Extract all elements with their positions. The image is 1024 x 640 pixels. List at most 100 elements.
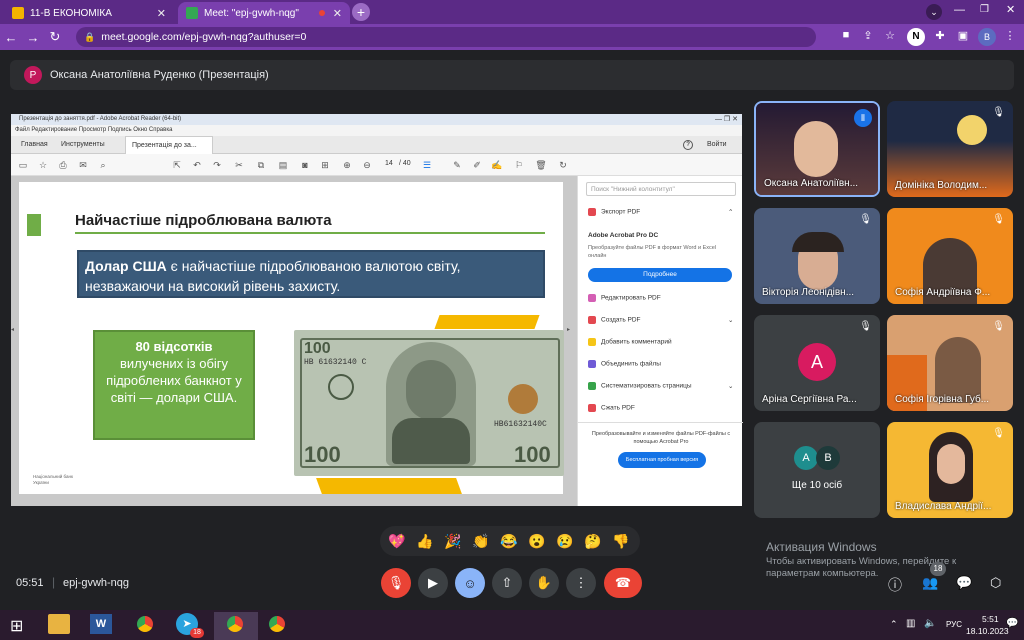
reader-tab-tools: Инструменты bbox=[61, 141, 105, 148]
chat-icon[interactable]: 💬 bbox=[956, 575, 972, 591]
search-icon: ⌕ bbox=[100, 160, 106, 170]
print-icon: ⎙ bbox=[59, 160, 67, 170]
reload-icon[interactable]: ↻ bbox=[44, 29, 66, 45]
reaction-heart[interactable]: 💖 bbox=[386, 530, 408, 552]
notion-extension-icon[interactable]: N bbox=[907, 28, 925, 46]
mic-off-icon: 🎙 bbox=[992, 214, 1005, 225]
statistic-box: 80 відсотків вилучених із обігу підробле… bbox=[93, 330, 255, 440]
new-tab-button[interactable]: + bbox=[352, 3, 370, 21]
participant-tile[interactable]: ⦀ Оксана Анатоліївн... bbox=[754, 101, 880, 197]
mic-toggle-button[interactable]: 🎙 bbox=[381, 568, 411, 598]
dollar-fact-box: Долар США є найчастіше підроблюваною вал… bbox=[77, 250, 545, 298]
bookmark-star-icon: ☆ bbox=[38, 160, 48, 170]
reaction-thumbs-up[interactable]: 👍 bbox=[414, 530, 436, 552]
pro-dc-title: Adobe Acrobat Pro DC bbox=[588, 232, 659, 239]
camera-icon[interactable]: ■ bbox=[838, 29, 854, 45]
delete-icon: 🗑 bbox=[535, 160, 547, 170]
reaction-sad[interactable]: 😢 bbox=[554, 530, 576, 552]
highlight-icon: ✍ bbox=[491, 160, 503, 170]
document-area: Найчастіше підроблювана валюта Долар США… bbox=[11, 176, 577, 506]
pdf-page: Найчастіше підроблювана валюта Долар США… bbox=[19, 182, 564, 494]
participant-tile[interactable]: 🎙 Софія Ігорівна Губ... bbox=[887, 315, 1013, 411]
language-indicator[interactable]: РУС bbox=[946, 620, 962, 629]
participant-avatar: B bbox=[816, 446, 840, 470]
page-total: / 40 bbox=[399, 160, 411, 167]
raise-hand-button[interactable]: ✋ bbox=[529, 568, 559, 598]
export-pdf-icon bbox=[588, 208, 596, 216]
share-icon[interactable]: ⇪ bbox=[860, 29, 876, 45]
reader-window-controls: — ❐ ✕ bbox=[714, 116, 738, 123]
reaction-surprised[interactable]: 😮 bbox=[526, 530, 548, 552]
forward-icon[interactable]: → bbox=[22, 30, 44, 45]
title-underline bbox=[75, 232, 545, 234]
tab-classroom[interactable]: 11-В ЕКОНОМІКА ✕ bbox=[4, 2, 174, 24]
profile-avatar[interactable]: B bbox=[978, 28, 996, 46]
mic-off-icon: 🎙 bbox=[859, 214, 872, 225]
camera-toggle-button[interactable]: ▶ bbox=[418, 568, 448, 598]
tab-meet[interactable]: Meet: "epj-gvwh-nqg" ✕ bbox=[178, 2, 350, 24]
mail-icon: ✉ bbox=[79, 160, 87, 170]
federal-seal-icon bbox=[328, 374, 354, 400]
slide-title: Найчастіше підроблювана валюта bbox=[75, 212, 332, 229]
chrome-icon[interactable] bbox=[266, 613, 288, 635]
decor-stripe bbox=[316, 478, 462, 494]
participant-tile[interactable]: 🎙 Вікторія Леонідівн... bbox=[754, 208, 880, 304]
people-icon[interactable]: 👥 bbox=[922, 575, 938, 591]
hand-icon: ✋ bbox=[535, 575, 553, 590]
collapse-right-icon: ▸ bbox=[567, 327, 571, 333]
extensions-icon[interactable]: ✚ bbox=[932, 29, 948, 45]
participant-tile[interactable]: 🎙 Домініка Володим... bbox=[887, 101, 1013, 197]
window-close-icon[interactable]: ✕ bbox=[1006, 3, 1015, 16]
volume-icon[interactable]: 🔈 bbox=[924, 618, 936, 629]
reaction-thinking[interactable]: 🤔 bbox=[582, 530, 604, 552]
menu-kebab-icon[interactable]: ⋮ bbox=[1002, 29, 1018, 45]
reaction-thumbs-down[interactable]: 👎 bbox=[610, 530, 632, 552]
comment-tool-icon bbox=[588, 338, 596, 346]
sidepanel-icon[interactable]: ▣ bbox=[955, 29, 971, 45]
create-pdf-icon bbox=[588, 316, 596, 324]
word-icon[interactable]: W bbox=[90, 614, 112, 634]
tab-search-icon[interactable]: ⌄ bbox=[926, 4, 942, 20]
reader-menu-bar: Файл Редактирование Просмотр Подпись Окн… bbox=[11, 125, 742, 136]
edit-pdf-icon bbox=[588, 294, 596, 302]
reaction-clap[interactable]: 👏 bbox=[470, 530, 492, 552]
windows-start-icon[interactable]: ⊞ bbox=[10, 616, 23, 636]
close-icon[interactable]: ✕ bbox=[333, 7, 342, 20]
video-camera-icon: ▶ bbox=[428, 575, 438, 590]
info-icon[interactable]: ⓘ bbox=[888, 575, 902, 595]
pen-icon: ✐ bbox=[473, 160, 481, 170]
reaction-laugh[interactable]: 😂 bbox=[498, 530, 520, 552]
restore-icon[interactable]: ❐ bbox=[980, 4, 989, 15]
more-participants-tile[interactable]: A B Ще 10 осіб bbox=[754, 422, 880, 518]
leave-call-button[interactable]: ☎ bbox=[604, 568, 642, 598]
participant-face bbox=[937, 444, 965, 484]
present-button[interactable]: ⇧ bbox=[492, 568, 522, 598]
star-icon[interactable]: ☆ bbox=[882, 29, 898, 45]
tray-chevron-icon[interactable]: ⌃ bbox=[890, 619, 898, 630]
speaking-indicator-icon: ⦀ bbox=[854, 109, 872, 127]
reaction-party[interactable]: 🎉 bbox=[442, 530, 464, 552]
page-up-icon: ⊕ bbox=[343, 160, 351, 170]
chrome-icon[interactable] bbox=[224, 613, 246, 635]
participant-tile[interactable]: 🎙 Софія Андріївна Ф... bbox=[887, 208, 1013, 304]
reactions-button[interactable]: ☺ bbox=[455, 568, 485, 598]
shared-screen[interactable]: Презентація до заняття.pdf - Adobe Acrob… bbox=[11, 114, 743, 506]
participant-tile[interactable]: 🎙 Владислава Андрії... bbox=[887, 422, 1013, 518]
more-options-button[interactable]: ⋮ bbox=[566, 568, 596, 598]
more-button: Подробнее bbox=[588, 268, 732, 282]
close-icon[interactable]: ✕ bbox=[157, 7, 166, 20]
notifications-icon[interactable]: 💬 bbox=[1006, 618, 1018, 629]
tools-pane: Поиск "Нижний колонтитул" Экспорт PDF ⌃ … bbox=[577, 176, 743, 506]
network-icon[interactable]: ▥ bbox=[906, 618, 915, 629]
activities-icon[interactable]: ⬡ bbox=[990, 575, 1001, 591]
chrome-icon[interactable] bbox=[134, 613, 156, 635]
smile-icon: ☺ bbox=[463, 575, 477, 591]
minimize-icon[interactable]: — bbox=[954, 4, 965, 16]
back-icon[interactable]: ← bbox=[0, 30, 22, 45]
participant-avatar: A bbox=[794, 446, 818, 470]
people-count-badge: 18 bbox=[930, 562, 946, 576]
telegram-badge: 18 bbox=[190, 628, 204, 638]
participant-tile[interactable]: A 🎙 Аріна Сергіївна Ра... bbox=[754, 315, 880, 411]
file-explorer-icon[interactable] bbox=[48, 614, 70, 634]
address-bar[interactable]: 🔒 meet.google.com/epj-gvwh-nqg?authuser=… bbox=[76, 27, 816, 47]
